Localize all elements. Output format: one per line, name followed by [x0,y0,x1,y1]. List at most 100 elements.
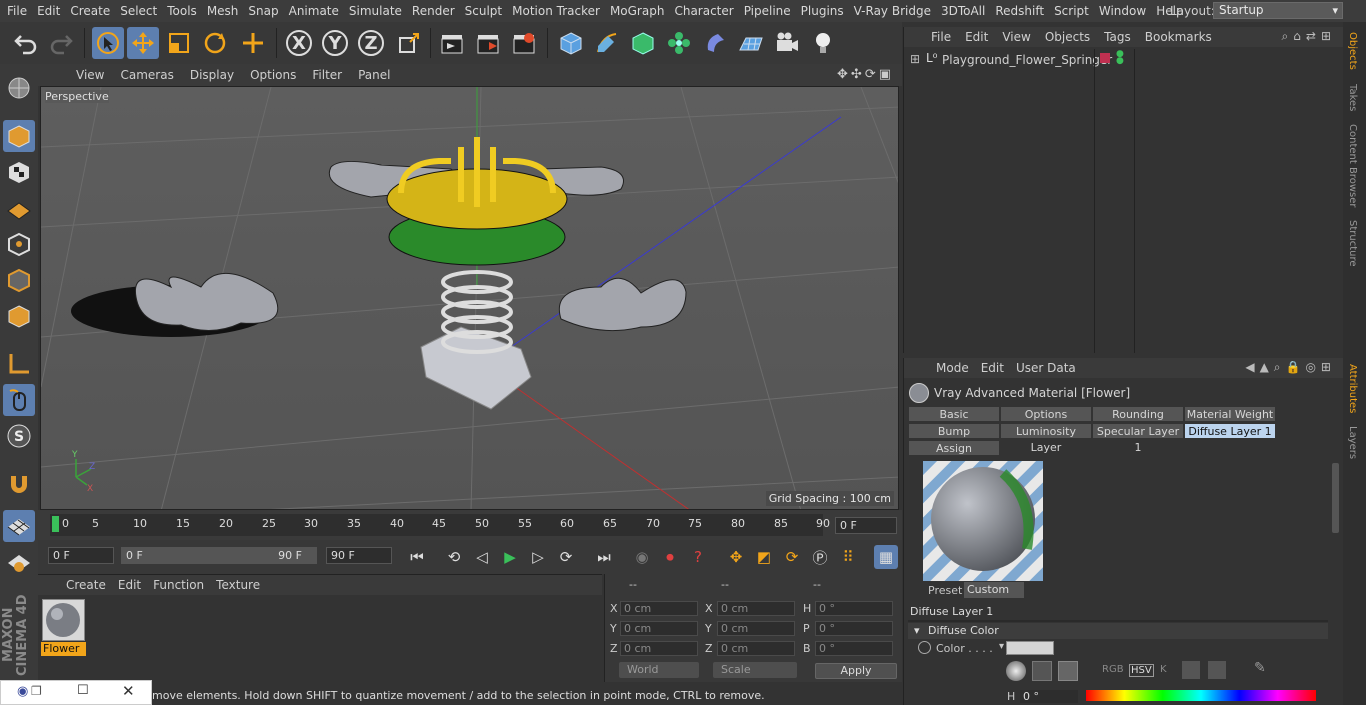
material-thumbnail[interactable] [42,599,85,641]
material-menu-edit[interactable]: Edit [112,578,147,592]
autokey-button[interactable]: ⏺ [658,545,682,569]
side-tab-attributes[interactable]: Attributes [1347,364,1358,413]
3d-viewport[interactable]: Y Z X Perspective Grid Spacing : 100 cm [40,86,899,510]
z-axis-button[interactable]: Z [355,27,387,59]
menu-sculpt[interactable]: Sculpt [460,4,507,18]
menu-mograph[interactable]: MoGraph [605,4,670,18]
rotation-h-field[interactable]: 0 ° [815,601,893,616]
position-y-field[interactable]: 0 cm [620,621,698,636]
preset-dropdown[interactable]: Custom [964,582,1024,598]
side-tab-objects[interactable]: Objects [1347,32,1358,70]
floor-button[interactable] [735,27,767,59]
cinema4d-app-icon[interactable]: ◉ [17,684,28,699]
move-tool-button[interactable] [127,27,159,59]
next-frame-button[interactable]: ▷ [526,545,550,569]
side-tab-content-browser[interactable]: Content Browser [1347,124,1358,207]
menu-select[interactable]: Select [115,4,162,18]
current-frame-field[interactable]: 0 F [835,517,897,534]
restore-icon[interactable]: ❐ [31,684,42,698]
attribute-scrollbar[interactable] [1332,463,1339,533]
menu-edit[interactable]: Edit [32,4,65,18]
cube-primitive-button[interactable] [555,27,587,59]
tab-luminosity-layer[interactable]: Luminosity Layer [1000,423,1092,454]
transform-tool-button[interactable] [237,27,269,59]
edges-mode-button[interactable] [3,264,35,296]
object-name[interactable]: Playground_Flower_Springer [942,53,1112,67]
subdivision-surface-button[interactable] [627,27,659,59]
eyedropper-icon[interactable]: ✎ [1254,660,1266,676]
menu-tools[interactable]: Tools [162,4,202,18]
rgb-mode-button[interactable]: RGB [1102,664,1124,675]
tab-rounding[interactable]: Rounding [1092,406,1184,422]
viewport-navigation-icons[interactable]: ✥✣⟳▣ [837,67,894,82]
menu-render[interactable]: Render [407,4,460,18]
tab-diffuse-layer-1[interactable]: Diffuse Layer 1 [1184,423,1276,439]
coordinate-system-button[interactable] [393,27,425,59]
timeline-window-button[interactable]: ▦ [874,545,898,569]
menu-3dtoall[interactable]: 3DToAll [936,4,990,18]
menu-create[interactable]: Create [65,4,115,18]
workplane-mode-button[interactable] [3,192,35,224]
visibility-dots-icon[interactable]: ● ● [1116,50,1124,66]
enable-axis-button[interactable] [3,546,35,578]
material-preview[interactable] [923,461,1043,581]
position-x-field[interactable]: 0 cm [620,601,698,616]
material-menu-texture[interactable]: Texture [210,578,266,592]
tab-bump[interactable]: Bump [908,423,1000,439]
hue-slider[interactable] [1086,690,1316,701]
menu-simulate[interactable]: Simulate [344,4,407,18]
attribute-menu-mode[interactable]: Mode [930,361,975,375]
side-tab-structure[interactable]: Structure [1347,220,1358,267]
tab-basic[interactable]: Basic [908,406,1000,422]
object-menu-tags[interactable]: Tags [1097,30,1138,44]
menu-pipeline[interactable]: Pipeline [739,4,796,18]
viewport-menu-cameras[interactable]: Cameras [112,68,181,82]
material-menu-create[interactable]: Create [60,578,112,592]
menu-character[interactable]: Character [669,4,738,18]
menu-motion-tracker[interactable]: Motion Tracker [507,4,605,18]
playhead[interactable] [52,516,59,532]
side-tab-layers[interactable]: Layers [1347,426,1358,459]
magnet-button[interactable] [3,468,35,500]
diffuse-color-group[interactable]: ▾ Diffuse Color [908,623,1328,639]
side-tab-takes[interactable]: Takes [1347,84,1358,111]
dropdown-arrow-icon[interactable]: ▾ [999,641,1004,652]
object-color-tag[interactable] [1100,53,1110,63]
object-menu-bookmarks[interactable]: Bookmarks [1138,30,1219,44]
image-picker-icon[interactable] [1058,661,1078,681]
previous-key-button[interactable]: ⟲ [442,545,466,569]
light-button[interactable] [807,27,839,59]
object-toolbar-icons[interactable]: ⌕⌂⇄⊞ [1282,29,1336,44]
size-z-field[interactable]: 0 cm [717,641,795,656]
layout-dropdown[interactable]: Startup [1213,2,1343,19]
timeline-ruler[interactable]: 0 5 10 15 20 25 30 35 40 45 50 55 60 65 … [50,514,830,536]
maximize-icon[interactable]: ☐ [77,683,89,698]
viewport-menu-options[interactable]: Options [242,68,304,82]
model-mode-button[interactable] [3,120,35,152]
render-settings-button[interactable] [508,27,540,59]
animate-radio-icon[interactable] [918,641,931,654]
kelvin-mode-button[interactable]: K [1160,664,1167,675]
mixer-icon[interactable] [1182,661,1200,679]
texture-mode-button[interactable] [3,156,35,188]
coordinate-space-dropdown[interactable]: World [619,662,699,678]
menu-plugins[interactable]: Plugins [796,4,849,18]
previous-frame-button[interactable]: ◁ [470,545,494,569]
object-menu-file[interactable]: File [924,30,958,44]
frame-range-slider[interactable]: 0 F 90 F [121,547,317,564]
tab-options[interactable]: Options [1000,406,1092,422]
viewport-menu-panel[interactable]: Panel [350,68,398,82]
hue-field[interactable]: 0 ° [1020,690,1078,703]
attribute-menu-edit[interactable]: Edit [975,361,1010,375]
close-icon[interactable]: ✕ [122,682,135,700]
key-rotation-button[interactable]: ⟳ [780,545,804,569]
menu-file[interactable]: File [2,4,32,18]
material-name-label[interactable]: Flower [41,642,86,656]
rotate-tool-button[interactable] [199,27,231,59]
viewport-menu-view[interactable]: View [68,68,112,82]
tab-specular-layer-1[interactable]: Specular Layer 1 [1092,423,1184,454]
scale-tool-button[interactable] [163,27,195,59]
attribute-menu-user-data[interactable]: User Data [1010,361,1082,375]
object-menu-edit[interactable]: Edit [958,30,995,44]
rotation-b-field[interactable]: 0 ° [815,641,893,656]
